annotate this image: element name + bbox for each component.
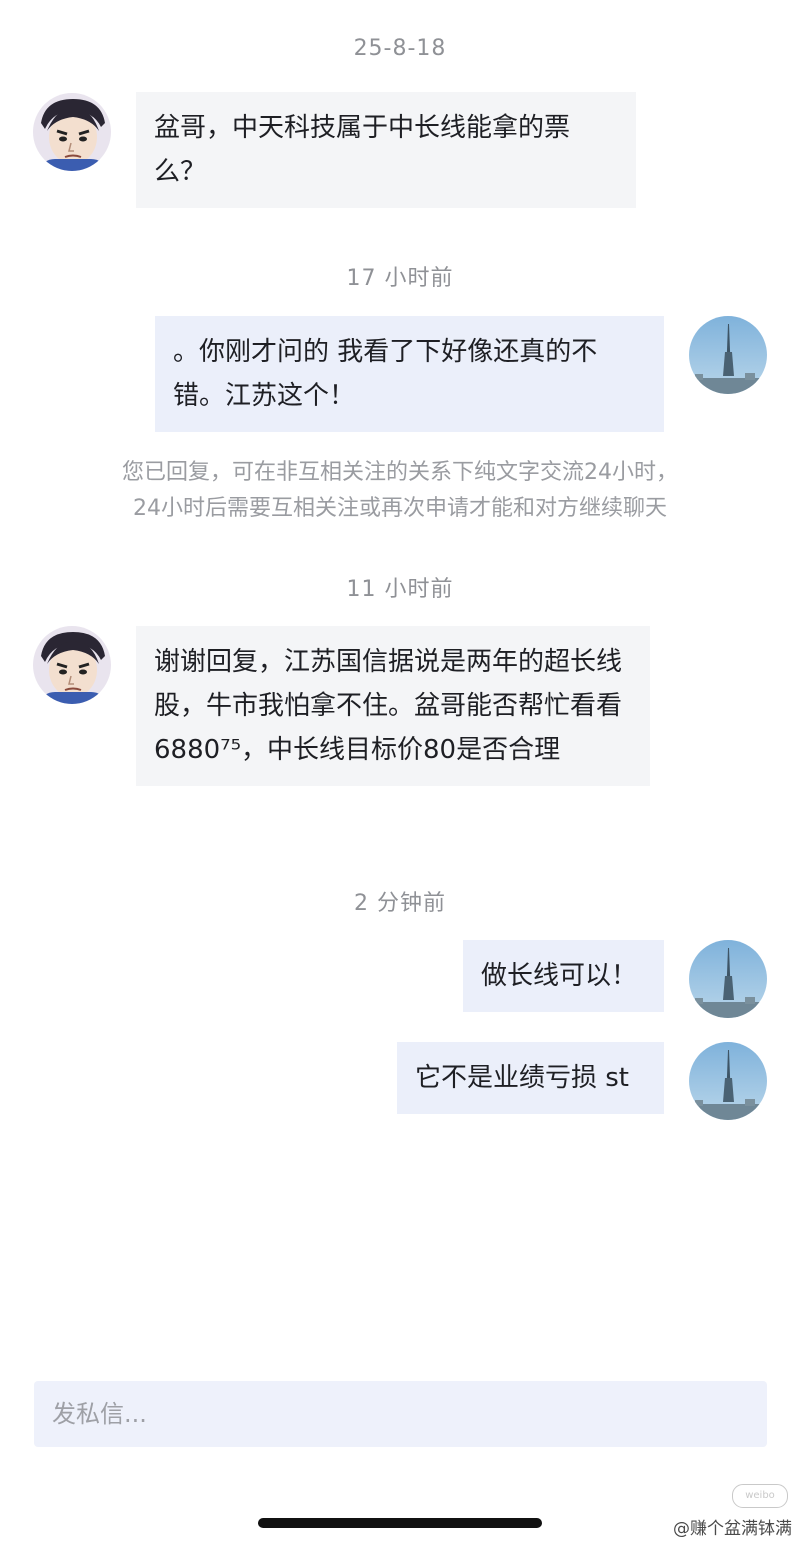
cartoon-man-avatar-icon[interactable] xyxy=(33,93,111,171)
chat-screen: 25-8-18 盆哥，中天科技属于中长线能拿的票么？ 17 小时前 。你刚才问的… xyxy=(0,0,800,1545)
reply-notice: 您已回复，可在非互相关注的关系下纯文字交流24小时， 24小时后需要互相关注或再… xyxy=(40,455,760,527)
tower-skyline-avatar-icon[interactable] xyxy=(689,1042,767,1120)
message-bubble-received[interactable]: 谢谢回复，江苏国信据说是两年的超长线股，牛市我怕拿不住。盆哥能否帮忙看看6880… xyxy=(136,626,650,786)
watermark-text: @赚个盆满钵满 xyxy=(673,1519,792,1539)
home-indicator[interactable] xyxy=(258,1518,542,1528)
timestamp: 17 小时前 xyxy=(346,266,454,291)
message-bubble-sent[interactable]: 它不是业绩亏损 st xyxy=(397,1042,664,1114)
cartoon-man-avatar-icon[interactable] xyxy=(33,626,111,704)
timestamp: 2 分钟前 xyxy=(354,891,446,916)
tower-skyline-avatar-icon[interactable] xyxy=(689,316,767,394)
private-message-input[interactable]: 发私信... xyxy=(34,1381,767,1447)
watermark-logo-icon: weibo xyxy=(732,1484,788,1508)
timestamp: 11 小时前 xyxy=(346,577,454,602)
timestamp: 25-8-18 xyxy=(353,36,447,61)
message-bubble-sent[interactable]: 做长线可以！ xyxy=(463,940,664,1012)
message-bubble-sent[interactable]: 。你刚才问的 我看了下好像还真的不错。江苏这个！ xyxy=(155,316,664,432)
message-bubble-received[interactable]: 盆哥，中天科技属于中长线能拿的票么？ xyxy=(136,92,636,208)
reply-notice-line: 24小时后需要互相关注或再次申请才能和对方继续聊天 xyxy=(133,496,667,521)
tower-skyline-avatar-icon[interactable] xyxy=(689,940,767,1018)
reply-notice-line: 您已回复，可在非互相关注的关系下纯文字交流24小时， xyxy=(122,460,678,485)
